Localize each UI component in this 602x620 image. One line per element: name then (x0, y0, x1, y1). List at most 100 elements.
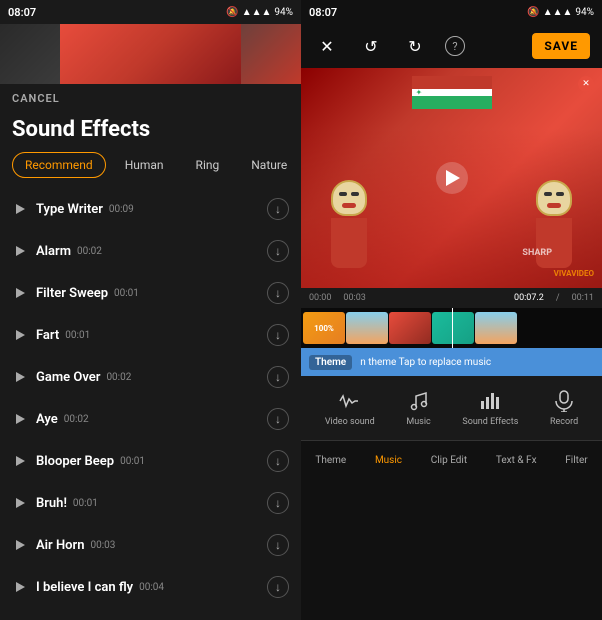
download-icon: ↓ (275, 496, 281, 510)
sound-info: Fart 00:01 (36, 328, 267, 343)
sound-name: Bruh! (36, 496, 67, 511)
tab-nature[interactable]: Nature (238, 152, 300, 178)
music-icon (407, 389, 431, 413)
sound-duration: 00:02 (64, 414, 89, 425)
music-label: Music (406, 417, 430, 427)
list-item[interactable]: Bruh! 00:01 ↓ (0, 482, 301, 524)
download-button[interactable]: ↓ (267, 240, 289, 262)
sound-duration: 00:02 (77, 246, 102, 257)
status-bar-left: 08:07 🔕 ▲▲▲ 94% (0, 0, 301, 24)
play-button[interactable] (12, 579, 28, 595)
download-icon: ↓ (275, 244, 281, 258)
timeline-track[interactable]: 100% (301, 308, 602, 348)
toolbar-left: ✕ ↺ ↻ ? (313, 32, 465, 60)
sound-duration: 00:01 (73, 498, 98, 509)
tool-video-sound[interactable]: Video sound (325, 389, 375, 427)
play-button[interactable] (12, 411, 28, 427)
mask-face-right (536, 180, 572, 216)
tab-recommend[interactable]: Recommend (12, 152, 106, 178)
theme-bar[interactable]: Theme n theme Tap to replace music (301, 348, 602, 376)
redo-button[interactable]: ↻ (401, 32, 429, 60)
record-label: Record (550, 417, 578, 427)
tool-sound-effects[interactable]: Sound Effects (462, 389, 518, 427)
timeline-total: 00:11 (572, 293, 594, 303)
sound-effects-panel: 08:07 🔕 ▲▲▲ 94% CANCEL Sound Effects Rec… (0, 0, 301, 620)
play-button[interactable] (12, 495, 28, 511)
status-icons-right: 🔕 ▲▲▲ 94% (527, 7, 594, 18)
timeline-bar: 00:00 00:03 00:07.2 / 00:11 (301, 288, 602, 308)
list-item[interactable]: Blooper Beep 00:01 ↓ (0, 440, 301, 482)
sound-info: Game Over 00:02 (36, 370, 267, 385)
video-preview: ✦ (301, 68, 602, 288)
download-button[interactable]: ↓ (267, 534, 289, 556)
play-button[interactable] (12, 201, 28, 217)
list-item[interactable]: Air Horn 00:03 ↓ (0, 524, 301, 566)
nav-text-fx-label: Text & Fx (496, 455, 537, 466)
play-button[interactable] (12, 243, 28, 259)
download-button[interactable]: ↓ (267, 576, 289, 598)
tool-record[interactable]: Record (550, 389, 578, 427)
download-button[interactable]: ↓ (267, 282, 289, 304)
play-button[interactable] (12, 453, 28, 469)
list-item[interactable]: Game Over 00:02 ↓ (0, 356, 301, 398)
download-icon: ↓ (275, 538, 281, 552)
mask-mouth (342, 203, 356, 208)
tool-music[interactable]: Music (406, 389, 430, 427)
list-item[interactable]: I believe I can fly 00:04 ↓ (0, 566, 301, 608)
play-overlay-button[interactable] (436, 162, 468, 194)
download-button[interactable]: ↓ (267, 450, 289, 472)
list-item[interactable]: Fart 00:01 ↓ (0, 314, 301, 356)
track-thumb-label: 100% (303, 312, 345, 344)
tab-ring[interactable]: Ring (183, 152, 233, 178)
video-close-button[interactable]: ✕ (578, 76, 594, 92)
sound-info: Bruh! 00:01 (36, 496, 267, 511)
list-item[interactable]: Filter Sweep 00:01 ↓ (0, 272, 301, 314)
signal-icon: ▲▲▲ (242, 7, 272, 18)
play-button[interactable] (12, 285, 28, 301)
nav-theme[interactable]: Theme (307, 451, 354, 470)
close-button[interactable]: ✕ (313, 32, 341, 60)
list-item[interactable]: Aye 00:02 ↓ (0, 398, 301, 440)
sharp-logo: SHARP (522, 248, 552, 258)
sound-duration: 00:01 (65, 330, 90, 341)
sound-duration: 00:03 (90, 540, 115, 551)
play-button[interactable] (12, 369, 28, 385)
list-item[interactable]: Type Writer 00:09 ↓ (0, 188, 301, 230)
bottom-tools: Video sound Music Sound E (301, 376, 602, 440)
sound-info: I believe I can fly 00:04 (36, 580, 267, 595)
nav-filter[interactable]: Filter (557, 451, 595, 470)
tab-human[interactable]: Human (112, 152, 177, 178)
play-button[interactable] (12, 537, 28, 553)
play-button[interactable] (12, 327, 28, 343)
help-button[interactable]: ? (445, 36, 465, 56)
download-button[interactable]: ↓ (267, 198, 289, 220)
download-button[interactable]: ↓ (267, 492, 289, 514)
sound-info: Alarm 00:02 (36, 244, 267, 259)
download-icon: ↓ (275, 580, 281, 594)
undo-button[interactable]: ↺ (357, 32, 385, 60)
sound-name: Game Over (36, 370, 100, 385)
nav-text-fx[interactable]: Text & Fx (488, 451, 545, 470)
sound-duration: 00:04 (139, 582, 164, 593)
cancel-button[interactable]: CANCEL (0, 84, 301, 113)
download-button[interactable]: ↓ (267, 324, 289, 346)
sound-effects-icon (478, 389, 502, 413)
nav-theme-label: Theme (315, 455, 346, 466)
mask-eye-right (351, 192, 359, 196)
nav-clip-edit[interactable]: Clip Edit (423, 451, 475, 470)
download-button[interactable]: ↓ (267, 366, 289, 388)
track-thumbnail-strip: 100% (301, 310, 519, 346)
bottom-nav: Theme Music Clip Edit Text & Fx Filter (301, 440, 602, 480)
theme-text: n theme Tap to replace music (360, 357, 491, 368)
nav-music[interactable]: Music (367, 451, 410, 470)
flag-overlay: ✦ (412, 76, 492, 126)
download-button[interactable]: ↓ (267, 408, 289, 430)
download-icon: ↓ (275, 454, 281, 468)
record-icon (552, 389, 576, 413)
download-icon: ↓ (275, 412, 281, 426)
sound-name: Aye (36, 412, 58, 427)
save-button[interactable]: SAVE (532, 33, 590, 59)
list-item[interactable]: Alarm 00:02 ↓ (0, 230, 301, 272)
sound-name: Fart (36, 328, 59, 343)
timeline-separator: / (556, 293, 560, 303)
